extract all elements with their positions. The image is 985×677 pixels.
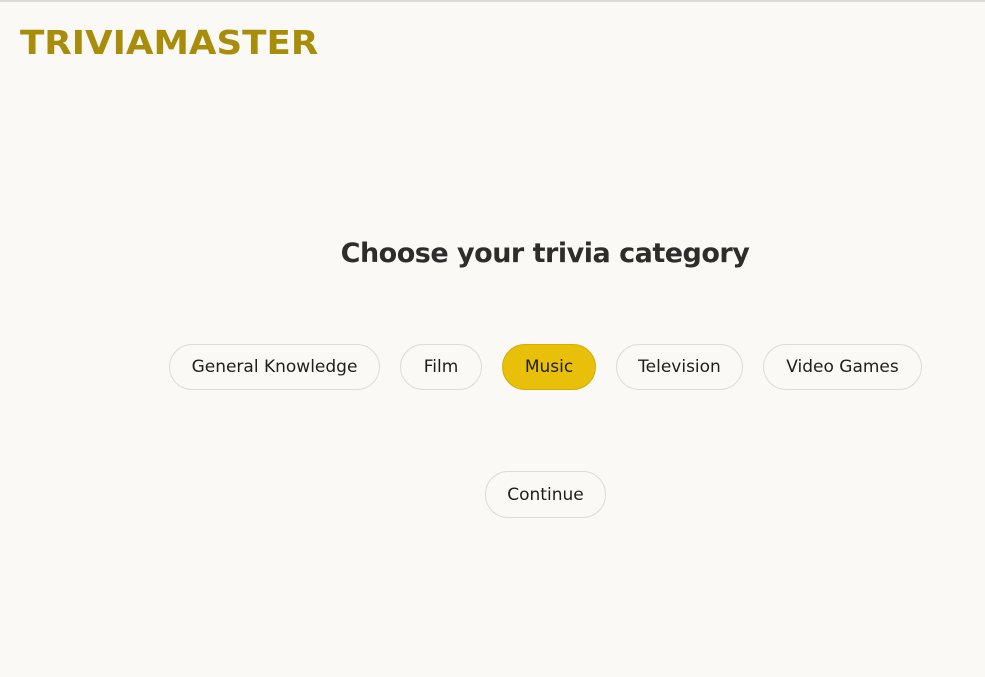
category-music-button[interactable]: Music — [502, 344, 596, 390]
category-list: General Knowledge Film Music Television … — [0, 344, 985, 390]
app-logo[interactable]: TRIVIAMASTER — [20, 24, 318, 62]
category-video-games-button[interactable]: Video Games — [763, 344, 922, 390]
continue-button[interactable]: Continue — [485, 471, 606, 518]
category-television-button[interactable]: Television — [616, 344, 743, 390]
category-general-knowledge-button[interactable]: General Knowledge — [169, 344, 380, 390]
page-title: Choose your trivia category — [340, 238, 750, 269]
category-film-button[interactable]: Film — [400, 344, 482, 390]
